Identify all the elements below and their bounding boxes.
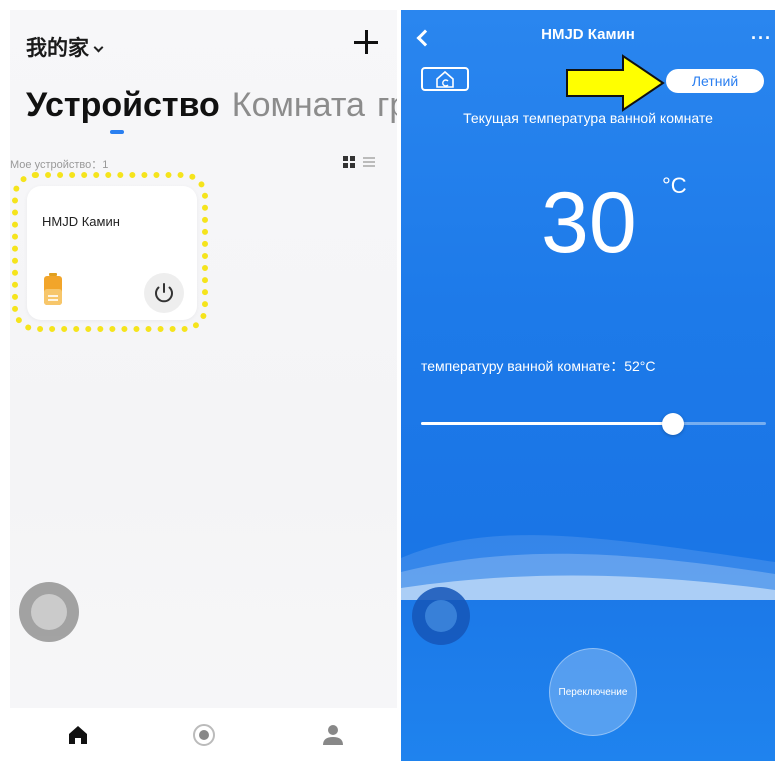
home-icon[interactable] xyxy=(65,722,91,748)
slider-fill xyxy=(421,422,673,425)
assistive-touch-button[interactable] xyxy=(412,587,470,645)
tab-device[interactable]: Устройство xyxy=(26,86,220,125)
device-title: HMJD Камин xyxy=(541,26,635,43)
tab-bar: Устройство Комната гр xyxy=(26,86,397,125)
home-name: 我的家 xyxy=(26,37,89,60)
profile-icon[interactable] xyxy=(320,722,346,748)
bottom-nav xyxy=(10,708,397,761)
more-icon[interactable]: ··· xyxy=(751,28,772,49)
tab-room[interactable]: Комната xyxy=(232,86,365,125)
chevron-down-icon xyxy=(93,42,104,53)
device-control-screen: HMJD Камин ··· Летний Текущая температур… xyxy=(401,10,775,761)
mode-button[interactable]: Летний xyxy=(666,69,764,93)
heater-icon xyxy=(44,273,62,305)
device-name: HMJD Камин xyxy=(42,214,120,229)
home-mode-button[interactable] xyxy=(421,67,469,91)
house-icon xyxy=(436,70,454,88)
tab-group[interactable]: гр xyxy=(377,86,397,125)
active-tab-indicator xyxy=(110,130,124,134)
assistive-touch-button[interactable] xyxy=(19,582,79,642)
current-temp-value: 30 xyxy=(541,175,637,271)
grid-view-icon[interactable] xyxy=(343,156,355,168)
switch-button[interactable]: Переключение xyxy=(549,648,637,736)
smart-icon[interactable] xyxy=(191,722,217,748)
home-selector[interactable]: 我的家 xyxy=(26,32,104,62)
add-device-button[interactable] xyxy=(354,30,378,54)
device-count: Мое устройство：1 xyxy=(10,159,109,171)
current-temp-label: Текущая температура ванной комнате xyxy=(463,110,713,126)
temp-unit: °C xyxy=(662,173,687,198)
device-list-screen: 我的家 Устройство Комната гр Мое устройство：1… xyxy=(10,10,397,761)
temperature-slider[interactable] xyxy=(421,413,766,435)
list-view-icon[interactable] xyxy=(363,156,375,168)
slider-thumb[interactable] xyxy=(661,413,684,435)
wave-decoration xyxy=(401,535,775,600)
power-button[interactable] xyxy=(144,273,184,313)
target-temp-label: температуру ванной комнате：52°C xyxy=(421,358,656,374)
pointer-arrow-icon xyxy=(566,54,665,112)
device-card[interactable]: HMJD Камин xyxy=(27,186,197,320)
power-icon xyxy=(155,283,173,303)
